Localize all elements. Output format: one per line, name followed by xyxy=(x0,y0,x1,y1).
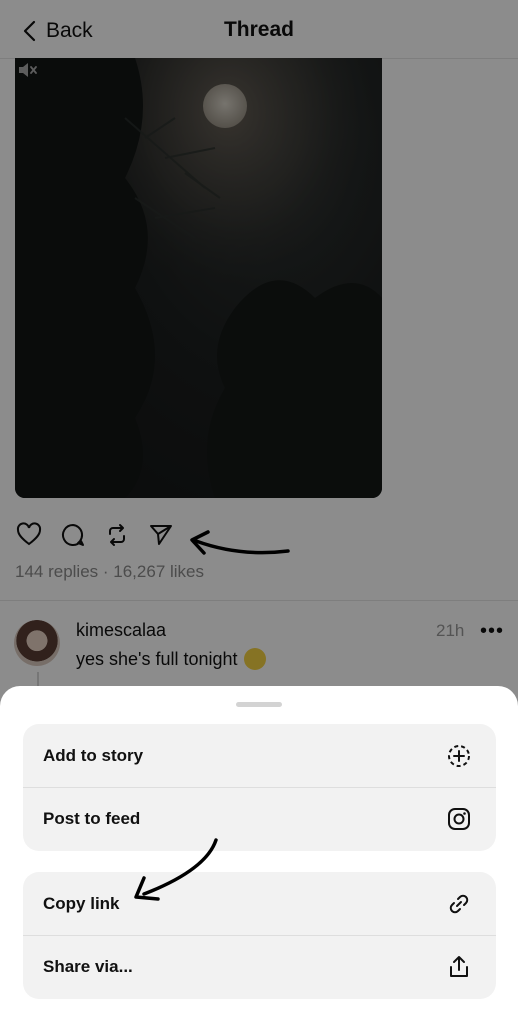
share-upload-icon xyxy=(446,954,472,980)
share-group-links: Copy link Share via... xyxy=(23,872,496,999)
copy-link-option[interactable]: Copy link xyxy=(23,872,496,935)
share-via-option[interactable]: Share via... xyxy=(23,935,496,998)
sheet-grabber[interactable] xyxy=(236,702,282,707)
link-icon xyxy=(446,891,472,917)
share-via-label: Share via... xyxy=(43,957,133,976)
thread-screen: Back Thread 144 replies · 16,267 likes k… xyxy=(0,0,518,1023)
share-sheet: Add to story Post to feed Copy link Shar… xyxy=(0,686,518,1023)
add-story-icon xyxy=(446,743,472,769)
instagram-icon xyxy=(446,806,472,832)
add-to-story-option[interactable]: Add to story xyxy=(23,724,496,787)
copy-link-label: Copy link xyxy=(43,893,120,913)
annotation-arrow-copy-link xyxy=(134,838,218,901)
add-to-story-label: Add to story xyxy=(43,745,144,765)
post-to-feed-option[interactable]: Post to feed xyxy=(23,787,496,850)
post-to-feed-label: Post to feed xyxy=(43,809,141,828)
share-group-instagram: Add to story Post to feed xyxy=(23,724,496,851)
annotation-arrow-send xyxy=(190,530,290,555)
